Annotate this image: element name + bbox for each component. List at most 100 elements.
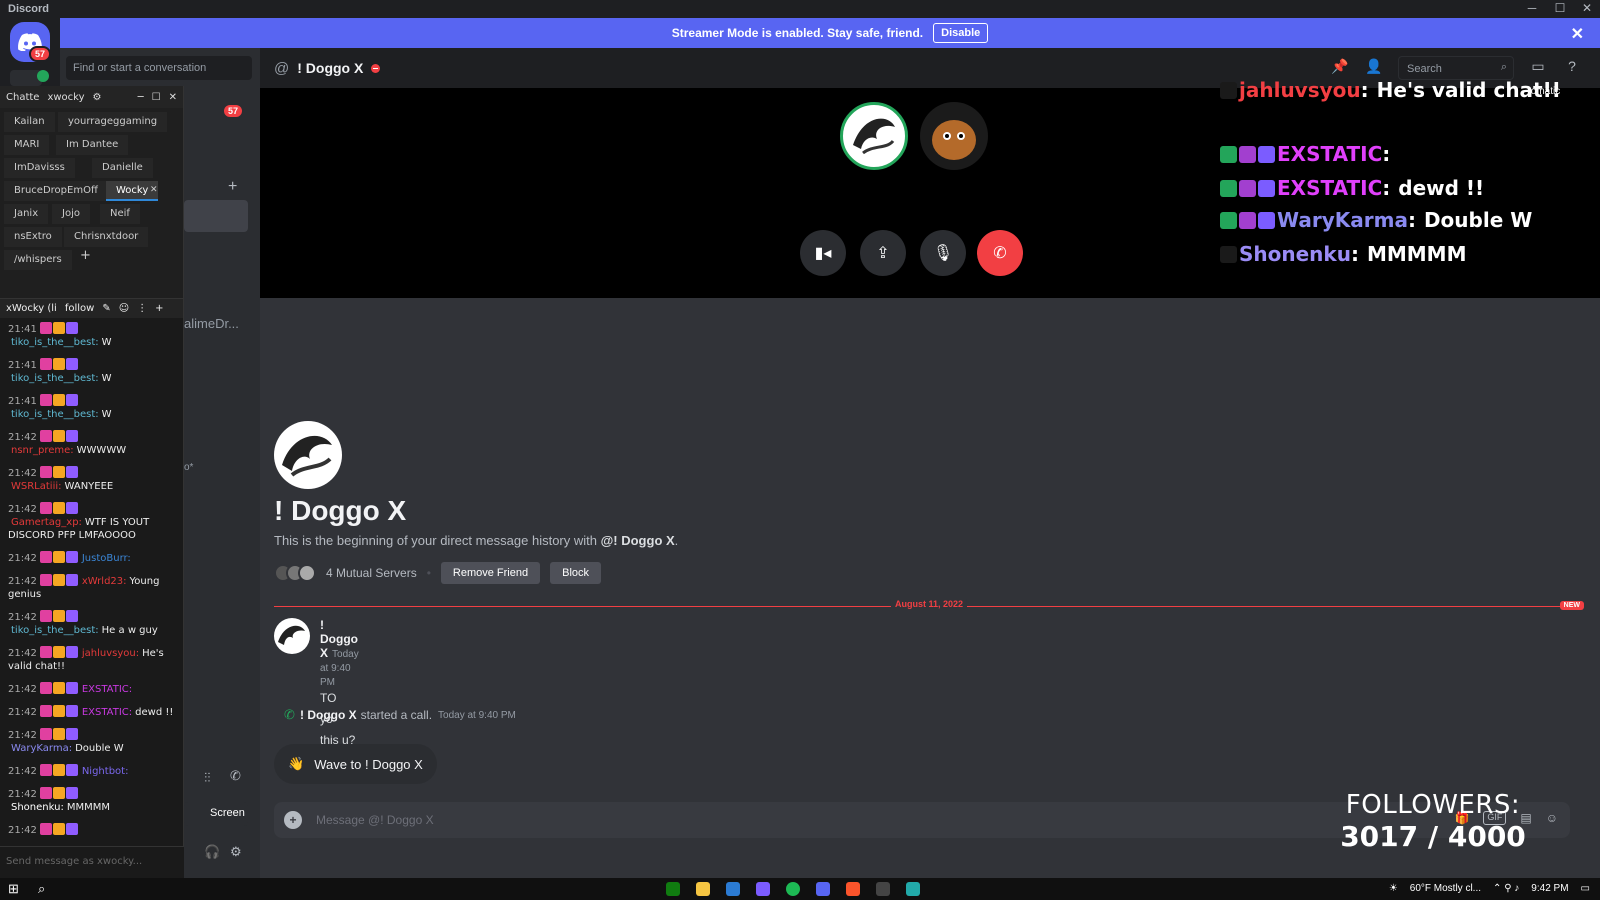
clock[interactable]: 9:42 PM [1531, 883, 1568, 894]
add-attachment-icon[interactable]: + [284, 811, 302, 829]
windows-start-icon[interactable]: ⊞ [8, 881, 19, 897]
chatterino-taskbar-icon[interactable] [876, 882, 890, 896]
chat-badge-icon [52, 430, 65, 442]
chatterino-tab[interactable]: Danielle [92, 158, 153, 178]
chatterino-tab[interactable]: MARI [4, 135, 50, 155]
minimize-button[interactable]: ─ [1521, 1, 1543, 15]
minimize-icon[interactable]: ─ [138, 92, 144, 103]
discord-taskbar-icon[interactable] [816, 882, 830, 896]
system-time: Today at 9:40 PM [438, 709, 516, 721]
noise-suppression-icon[interactable]: ⫶⫶ [204, 770, 211, 786]
dm-item-partial-name[interactable]: alimeDr... [184, 316, 239, 331]
disable-streamer-mode-button[interactable]: Disable [933, 23, 989, 43]
wave-button[interactable]: 👋 Wave to ! Doggo X [274, 744, 437, 784]
users-icon[interactable]: ☺ [119, 303, 129, 314]
close-window-button[interactable]: ✕ [1576, 1, 1598, 15]
spotify-icon[interactable] [786, 882, 800, 896]
tray-icons[interactable]: ⌃ ⚲ ♪ [1493, 883, 1519, 894]
add-split-icon[interactable]: + [155, 303, 163, 314]
dm-search-input[interactable]: Find or start a conversation [66, 56, 252, 80]
follow-button[interactable]: follow [65, 303, 95, 314]
chatterino-tab[interactable]: Kailan [4, 112, 55, 132]
message-avatar[interactable] [274, 618, 310, 654]
share-screen-button[interactable]: ⇪ [860, 230, 906, 276]
overlay-text: MMMMM [1366, 242, 1467, 266]
chat-username[interactable]: tiko_is_the__best: [11, 625, 99, 636]
settings-gear-icon[interactable]: ⚙ [230, 844, 242, 860]
mutual-server-icons[interactable] [274, 564, 316, 582]
chatterino-tab[interactable]: ImDavisss [4, 158, 75, 178]
chat-badge-icon [39, 728, 52, 740]
add-dm-icon[interactable]: + [228, 178, 237, 196]
chat-username[interactable]: EXSTATIC: [82, 684, 132, 695]
maximize-icon[interactable]: ☐ [152, 92, 161, 103]
chat-message: 21:42Gamertag_xp: WTF IS YOUT DISCORD PFP… [8, 502, 177, 542]
notification-icon[interactable]: ▭ [1581, 883, 1590, 894]
obs-icon[interactable] [756, 882, 770, 896]
streamer-mode-banner: Streamer Mode is enabled. Stay safe, fri… [60, 18, 1600, 48]
edit-icon[interactable]: ✎ [102, 303, 110, 314]
chat-username[interactable]: xWrld23: [82, 576, 127, 587]
chat-username[interactable]: tiko_is_the__best: [11, 373, 99, 384]
help-icon[interactable]: ? [1562, 58, 1582, 78]
chat-username[interactable]: jahluvsyou: [82, 648, 139, 659]
channel-name[interactable]: xWocky (li [6, 303, 57, 314]
chatterino-tab[interactable]: nsExtro [4, 227, 62, 247]
hang-up-button[interactable]: ✆ [977, 230, 1023, 276]
caller-avatar-self[interactable] [920, 102, 988, 170]
system-author[interactable]: ! Doggo X [300, 708, 357, 722]
pin-icon[interactable]: 📌 [1330, 58, 1350, 78]
chat-badge-icon [39, 322, 52, 334]
chatterino-tab[interactable]: Im Dantee [56, 135, 129, 155]
chat-badge-icon [39, 394, 52, 406]
selected-dm-item[interactable] [184, 200, 248, 232]
app-icon[interactable] [906, 882, 920, 896]
chatterino-tab[interactable]: Chrisnxtdoor [64, 227, 149, 247]
headphones-icon[interactable]: 🎧 [204, 844, 220, 860]
overlay-badge-icon [1220, 212, 1237, 229]
add-tab-icon[interactable]: + [80, 248, 91, 263]
gear-icon[interactable]: ⚙ [93, 92, 102, 103]
dm-title[interactable]: ! Doggo X [297, 60, 363, 76]
camera-button[interactable]: ▮◂ [800, 230, 846, 276]
chatterino-tab[interactable]: Jojo [52, 204, 90, 224]
caller-avatar-doggo[interactable] [840, 102, 908, 170]
mutual-servers-label[interactable]: 4 Mutual Servers [326, 566, 417, 580]
close-icon[interactable]: ✕ [1571, 24, 1584, 44]
chatterino-tab[interactable]: Neif [100, 204, 140, 224]
close-tab-icon[interactable]: ✕ [150, 185, 158, 195]
chat-username[interactable]: Nightbot: [82, 766, 129, 777]
chat-username[interactable]: EXSTATIC: [82, 707, 132, 718]
chatterino-message-input[interactable]: Send message as xwocky... [0, 846, 184, 878]
chat-username[interactable]: WaryKarma: [11, 743, 72, 754]
search-icon[interactable]: ⌕ [38, 881, 45, 897]
block-button[interactable]: Block [550, 562, 602, 584]
chatterino-tab[interactable]: /whispers [4, 250, 72, 270]
screen-share-button[interactable]: Screen [184, 802, 248, 826]
chatterino-tab[interactable]: Janix [4, 204, 49, 224]
chat-username[interactable]: JustoBurr: [82, 553, 131, 564]
close-icon[interactable]: ✕ [169, 92, 177, 103]
mail-icon[interactable] [726, 882, 740, 896]
mute-button[interactable]: 🎙 [920, 230, 966, 276]
remove-friend-button[interactable]: Remove Friend [440, 562, 541, 584]
chatterino-user[interactable]: xwocky [47, 92, 84, 103]
more-icon[interactable]: ⋮ [137, 303, 147, 314]
chat-username[interactable]: Shonenku: [11, 802, 64, 813]
weather-text[interactable]: 60°F Mostly cl... [1410, 883, 1481, 894]
chat-username[interactable]: tiko_is_the__best: [11, 337, 99, 348]
chat-username[interactable]: WSRLatiii: [11, 481, 62, 492]
chat-username[interactable]: tiko_is_the__best: [11, 409, 99, 420]
file-explorer-icon[interactable] [696, 882, 710, 896]
maximize-button[interactable]: ☐ [1549, 1, 1571, 15]
chat-username[interactable]: nsnr_preme: [11, 445, 74, 456]
chatterino-tab[interactable]: yourrageggaming [58, 112, 168, 132]
chatterino-tab[interactable]: BruceDropEmOff [4, 181, 108, 201]
xbox-icon[interactable] [666, 882, 680, 896]
inbox-icon[interactable]: ▭ [1528, 58, 1548, 78]
search-input[interactable]: Search ⌕ [1398, 56, 1514, 80]
brave-icon[interactable] [846, 882, 860, 896]
chat-username[interactable]: Gamertag_xp: [11, 517, 82, 528]
add-friend-icon[interactable]: 👤 [1364, 58, 1384, 78]
disconnect-icon[interactable]: ✆ [230, 768, 241, 784]
